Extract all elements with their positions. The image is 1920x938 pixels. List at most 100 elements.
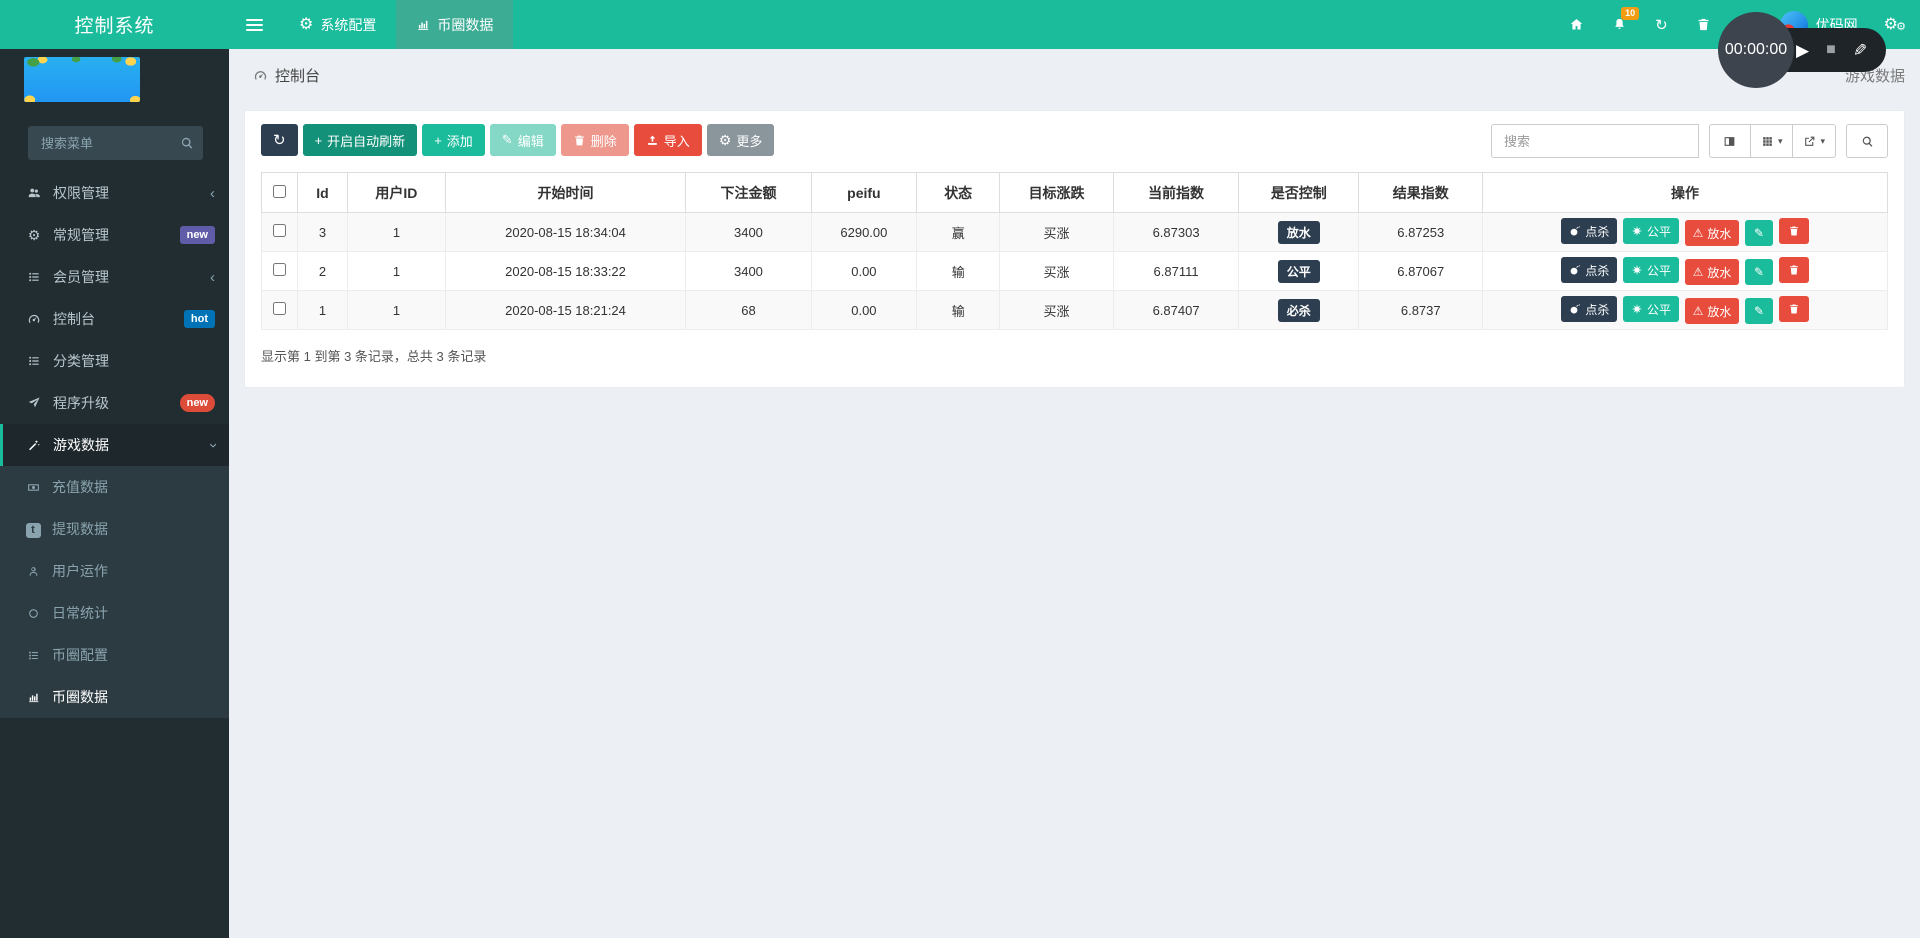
table-search-input[interactable] bbox=[1490, 124, 1699, 158]
control-badge: 必杀 bbox=[1277, 298, 1320, 322]
kill-button[interactable]: 点杀 bbox=[1561, 218, 1618, 244]
bar-chart-icon bbox=[24, 690, 42, 705]
tab-coin-data[interactable]: 币圈数据 bbox=[396, 0, 514, 49]
home-icon bbox=[1569, 17, 1584, 32]
cell-actions: 点杀 公平 ⚠ 放水 ✎ bbox=[1482, 212, 1888, 252]
gear-icon: ⚙ bbox=[718, 132, 732, 148]
record-stop-button[interactable]: ■ bbox=[1826, 42, 1836, 58]
top-navbar: 控制系统 ⚙ 系统配置 币圈数据 10 ↻ 优码网 ⚙ ⚙ bbox=[0, 0, 1920, 49]
cell-start-time: 2020-08-15 18:21:24 bbox=[444, 290, 687, 330]
record-play-button[interactable]: ▶ bbox=[1796, 42, 1809, 59]
control-badge: 公平 bbox=[1277, 259, 1320, 283]
sidebar-item-user-operation[interactable]: 用户运作 bbox=[0, 550, 229, 592]
sidebar-item-label: 程序升级 bbox=[53, 395, 109, 411]
row-checkbox[interactable] bbox=[272, 224, 286, 237]
refresh-page-button[interactable]: ↻ bbox=[1641, 0, 1682, 49]
button-label: 放水 bbox=[1707, 226, 1732, 241]
record-edit-button[interactable]: ✎ bbox=[1853, 41, 1867, 60]
content-header: 控制台 游戏数据 bbox=[229, 49, 1920, 96]
fair-button[interactable]: 公平 bbox=[1622, 257, 1679, 283]
sidebar-item-upgrade[interactable]: 程序升级 new bbox=[0, 382, 229, 424]
columns-button[interactable]: ▾ bbox=[1750, 124, 1794, 158]
detail-view-button[interactable] bbox=[1708, 124, 1751, 158]
home-button[interactable] bbox=[1555, 0, 1598, 49]
navbar-main: ⚙ 系统配置 币圈数据 10 ↻ 优码网 ⚙ ⚙ bbox=[229, 0, 1920, 49]
row-checkbox[interactable] bbox=[272, 263, 286, 276]
gauge-icon bbox=[253, 68, 268, 83]
button-label: 点杀 bbox=[1585, 302, 1610, 317]
sidebar-toggle-button[interactable] bbox=[229, 0, 279, 49]
sidebar-item-coin-data[interactable]: 币圈数据 bbox=[0, 676, 229, 718]
sidebar-item-label: 币圈数据 bbox=[52, 689, 108, 705]
add-button[interactable]: + 添加 bbox=[422, 124, 485, 156]
row-delete-button[interactable] bbox=[1778, 257, 1809, 283]
row-edit-button[interactable]: ✎ bbox=[1745, 220, 1774, 246]
button-label: 编辑 bbox=[517, 133, 544, 149]
pencil-icon: ✎ bbox=[1754, 265, 1765, 279]
kill-button[interactable]: 点杀 bbox=[1561, 296, 1618, 322]
drain-button[interactable]: ⚠ 放水 bbox=[1684, 259, 1740, 285]
button-label: 点杀 bbox=[1585, 224, 1610, 239]
plus-icon: + bbox=[314, 132, 323, 148]
tab-system-config[interactable]: ⚙ 系统配置 bbox=[279, 0, 396, 49]
sidebar-item-console[interactable]: 控制台 hot bbox=[0, 298, 229, 340]
sidebar-item-members[interactable]: 会员管理 ‹ bbox=[0, 256, 229, 298]
pencil-icon: ✎ bbox=[1754, 304, 1765, 318]
toolbar-right: ▾ ▾ bbox=[1490, 124, 1888, 158]
auto-refresh-button[interactable]: + 开启自动刷新 bbox=[302, 124, 418, 156]
sidebar-item-label: 权限管理 bbox=[53, 185, 109, 201]
row-edit-button[interactable]: ✎ bbox=[1745, 259, 1774, 285]
more-button[interactable]: ⚙ 更多 bbox=[706, 124, 775, 156]
drain-button[interactable]: ⚠ 放水 bbox=[1684, 220, 1740, 246]
button-label: 公平 bbox=[1646, 302, 1671, 317]
button-label: 放水 bbox=[1707, 304, 1732, 319]
sidebar-item-categories[interactable]: 分类管理 bbox=[0, 340, 229, 382]
drain-button[interactable]: ⚠ 放水 bbox=[1684, 298, 1740, 324]
row-checkbox[interactable] bbox=[272, 302, 286, 315]
cell-target: 买涨 bbox=[999, 212, 1114, 252]
row-delete-button[interactable] bbox=[1778, 218, 1809, 244]
refresh-button[interactable]: ↻ bbox=[261, 124, 298, 156]
fair-button[interactable]: 公平 bbox=[1622, 296, 1679, 322]
fair-button[interactable]: 公平 bbox=[1622, 218, 1679, 244]
cell-user-id: 1 bbox=[347, 251, 446, 291]
cell-result-index: 6.87253 bbox=[1358, 212, 1484, 252]
button-label: 公平 bbox=[1646, 224, 1671, 239]
sidebar-logo-image bbox=[24, 57, 140, 102]
select-all-checkbox[interactable] bbox=[272, 184, 286, 198]
sidebar-item-game-data[interactable]: 游戏数据 ‹ bbox=[0, 424, 229, 466]
sidebar-item-daily-stats[interactable]: 日常统计 bbox=[0, 592, 229, 634]
recorder-timer[interactable]: 00:00:00 bbox=[1718, 12, 1794, 88]
import-button[interactable]: 导入 bbox=[633, 124, 702, 156]
edit-button[interactable]: ✎ 编辑 bbox=[489, 124, 556, 156]
cell-actions: 点杀 公平 ⚠ 放水 ✎ bbox=[1482, 290, 1888, 330]
cell-bet-amount: 68 bbox=[685, 290, 812, 330]
sidebar-submenu: 充值数据 t 提现数据 用户运作 日常统计 币圈配置 币圈数据 bbox=[0, 466, 229, 718]
row-edit-button[interactable]: ✎ bbox=[1745, 298, 1774, 324]
cell-status: 输 bbox=[916, 251, 1001, 291]
cell-actions: 点杀 公平 ⚠ 放水 ✎ bbox=[1482, 251, 1888, 291]
warning-icon: ⚠ bbox=[1692, 226, 1704, 240]
row-delete-button[interactable] bbox=[1778, 296, 1809, 322]
plus-icon: + bbox=[434, 132, 442, 148]
content-area: 控制台 游戏数据 ↻ +开启自动刷新 +添加 ✎编辑 删除 导入 ⚙更多 bbox=[229, 49, 1920, 938]
sidebar-search-input[interactable] bbox=[28, 126, 203, 160]
records-table: Id 用户ID 开始时间 下注金额 peifu 状态 目标涨跌 当前指数 是否控… bbox=[261, 172, 1888, 330]
button-label: 放水 bbox=[1707, 265, 1732, 280]
sidebar-item-label: 日常统计 bbox=[52, 605, 108, 621]
kill-button[interactable]: 点杀 bbox=[1561, 257, 1618, 283]
col-result-index: 结果指数 bbox=[1358, 172, 1484, 213]
sidebar-item-coin-config[interactable]: 币圈配置 bbox=[0, 634, 229, 676]
delete-button[interactable]: 删除 bbox=[560, 124, 629, 156]
cell-bet-amount: 3400 bbox=[685, 212, 812, 252]
sidebar-item-general[interactable]: ⚙ 常规管理 new bbox=[0, 214, 229, 256]
sidebar-item-label: 币圈配置 bbox=[52, 647, 108, 663]
notifications-button[interactable]: 10 bbox=[1598, 0, 1641, 49]
search-button[interactable] bbox=[1846, 124, 1888, 158]
sidebar-item-withdraw-data[interactable]: t 提现数据 bbox=[0, 508, 229, 550]
fan-icon bbox=[1631, 225, 1643, 237]
cogs-icon: ⚙ bbox=[27, 227, 41, 243]
export-button[interactable]: ▾ bbox=[1793, 124, 1836, 158]
sidebar-item-permissions[interactable]: 权限管理 ‹ bbox=[0, 172, 229, 214]
sidebar-item-recharge-data[interactable]: 充值数据 bbox=[0, 466, 229, 508]
